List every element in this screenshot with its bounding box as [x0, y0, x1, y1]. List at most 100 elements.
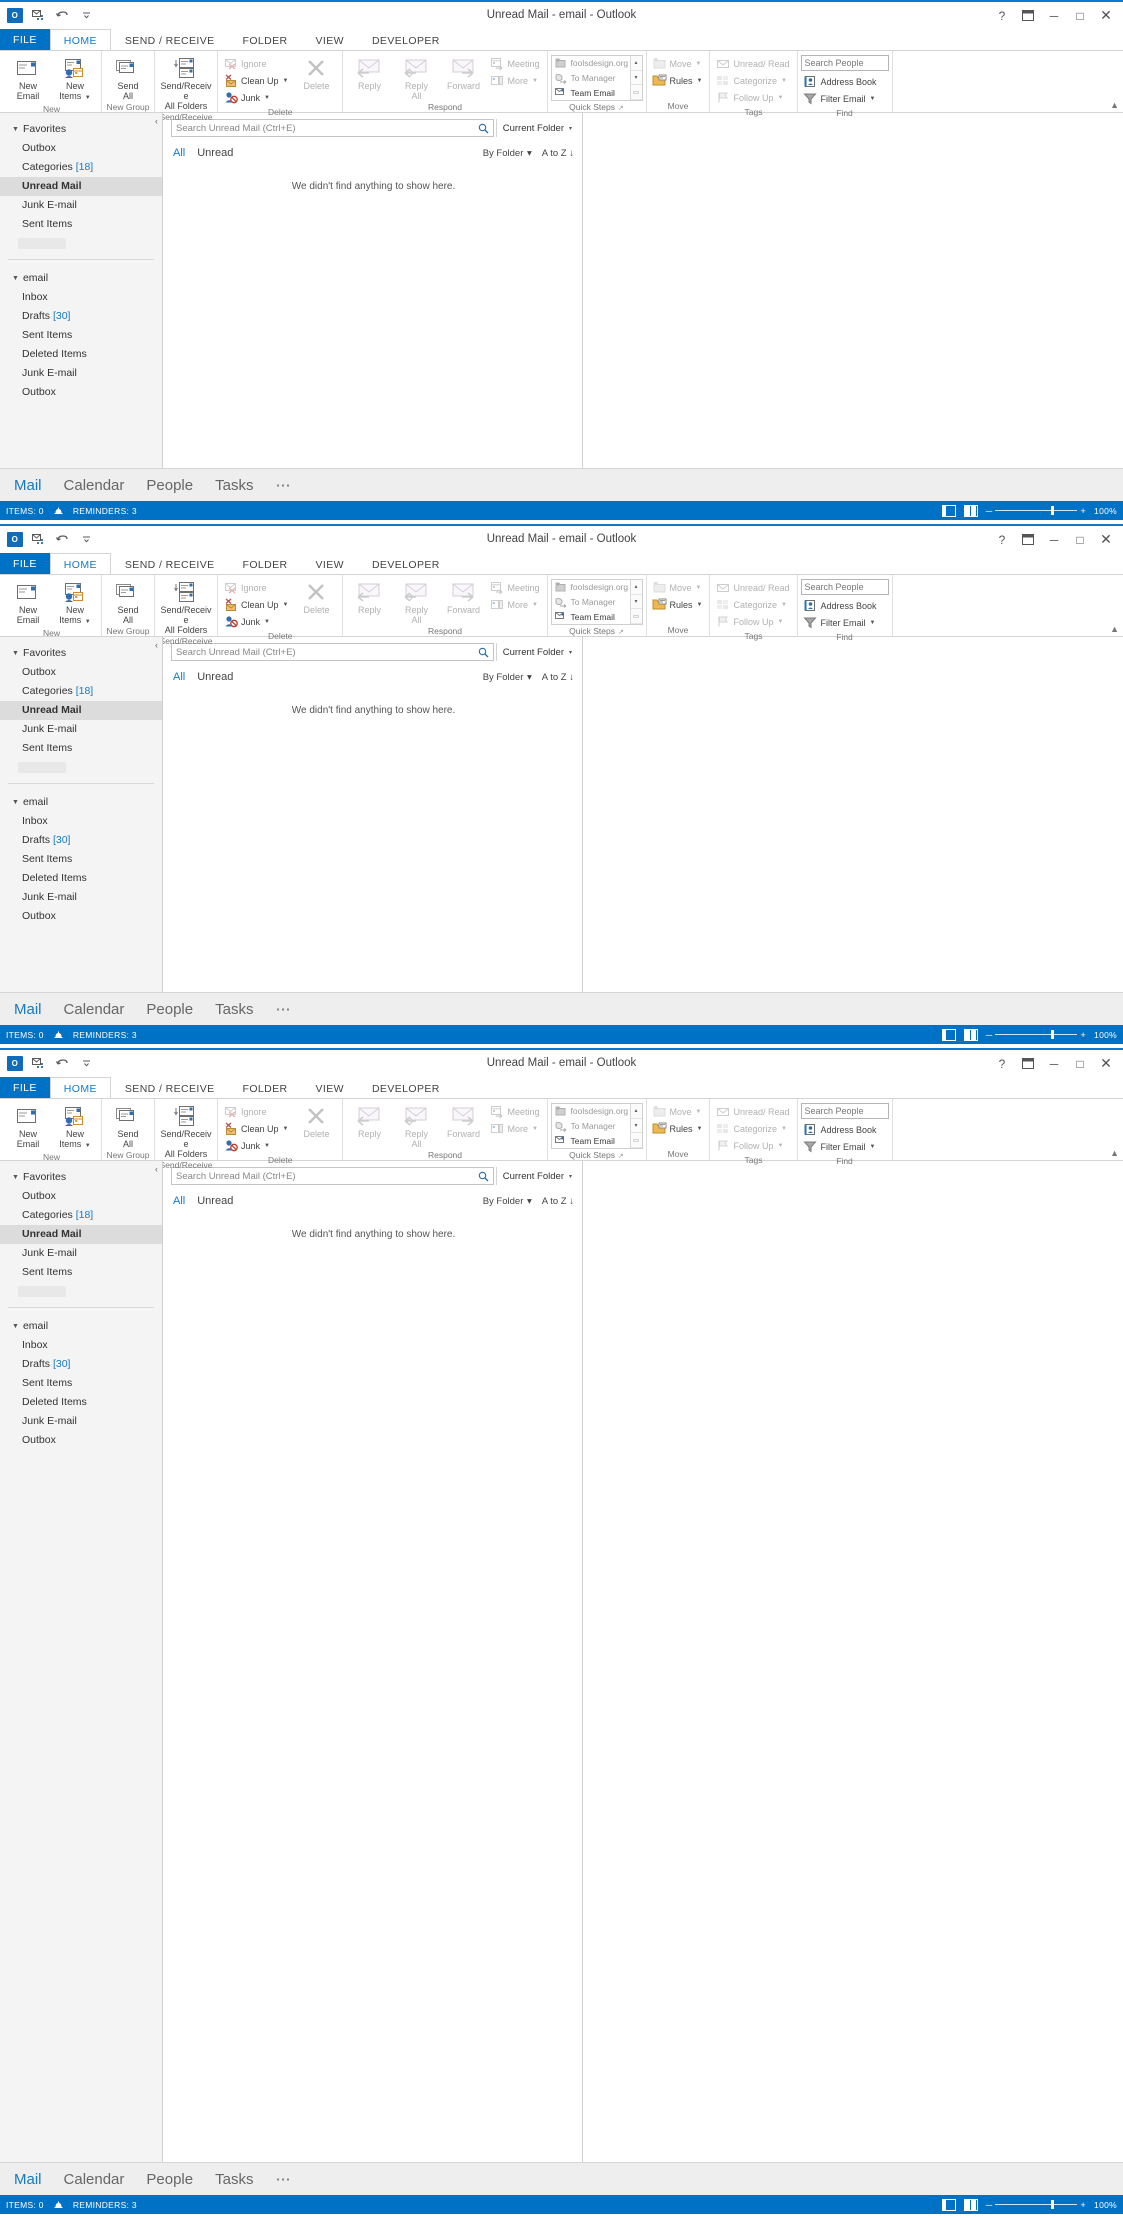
tab-file[interactable]: FILE [0, 553, 50, 575]
tab-send-receive[interactable]: SEND / RECEIVE [111, 1077, 229, 1099]
minimize-button[interactable]: ─ [1041, 529, 1067, 551]
reply-button[interactable]: Reply [346, 577, 392, 615]
move-button[interactable]: Move ▼ [650, 55, 707, 72]
clean-up-button[interactable]: Clean Up ▼ [221, 596, 292, 613]
zoom-slider[interactable]: ─ + [986, 2200, 1086, 2210]
sort-order-button[interactable]: A to Z ↓ [542, 672, 574, 683]
send-receive-icon[interactable] [30, 532, 47, 548]
tab-send-receive[interactable]: SEND / RECEIVE [111, 553, 229, 575]
module-tasks[interactable]: Tasks [215, 2171, 253, 2188]
nav-header-favorites[interactable]: ▼ Favorites [0, 643, 162, 663]
search-scope-dropdown[interactable]: Current Folder ▾ [495, 119, 576, 137]
sort-by-dropdown[interactable]: By Folder ▾ [483, 1196, 532, 1207]
sidebar-item-inbox[interactable]: Inbox [0, 812, 162, 831]
sidebar-item-junk-email-fav[interactable]: Junk E-mail [0, 720, 162, 739]
quick-steps-scrollbar[interactable]: ▴ ▾ ▭ [629, 580, 642, 625]
forward-button[interactable]: Forward [440, 1101, 486, 1139]
rules-button[interactable]: Rules ▼ [650, 596, 707, 613]
sidebar-item-outbox[interactable]: Outbox [0, 1431, 162, 1450]
search-magnifier-icon[interactable] [478, 1171, 489, 1182]
sidebar-item-sent-items-fav[interactable]: Sent Items [0, 215, 162, 234]
module-people[interactable]: People [146, 1001, 193, 1018]
ignore-button[interactable]: Ignore [221, 1103, 292, 1120]
module-people[interactable]: People [146, 477, 193, 494]
quick-step-item[interactable]: Team Email [552, 609, 630, 624]
sidebar-item-sent-items[interactable]: Sent Items [0, 1374, 162, 1393]
scroll-down-icon[interactable]: ▾ [630, 594, 642, 610]
ignore-button[interactable]: Ignore [221, 579, 292, 596]
ribbon-display-options-button[interactable] [1015, 529, 1041, 551]
search-input[interactable]: Search Unread Mail (Ctrl+E) [171, 643, 494, 661]
nav-header-favorites[interactable]: ▼ Favorites [0, 119, 162, 139]
zoom-out-button[interactable]: ─ [986, 506, 993, 516]
send-all-button[interactable]: Send All [105, 1101, 151, 1149]
module-calendar[interactable]: Calendar [64, 477, 125, 494]
quick-step-item[interactable]: Team Email [552, 85, 630, 100]
sidebar-item-junk-email[interactable]: Junk E-mail [0, 888, 162, 907]
tab-developer[interactable]: DEVELOPER [358, 553, 454, 575]
reply-button[interactable]: Reply [346, 53, 392, 91]
tab-view[interactable]: VIEW [302, 1077, 358, 1099]
ribbon-group-quick-steps-label[interactable]: Quick Steps [551, 101, 643, 113]
address-book-button[interactable]: Address Book [801, 1121, 889, 1138]
tab-file[interactable]: FILE [0, 1077, 50, 1099]
ribbon-group-quick-steps-label[interactable]: Quick Steps [551, 625, 643, 637]
forward-button[interactable]: Forward [440, 577, 486, 615]
tab-view[interactable]: VIEW [302, 29, 358, 51]
scroll-up-icon[interactable]: ▴ [630, 1104, 642, 1119]
sidebar-item-outbox[interactable]: Outbox [0, 383, 162, 402]
close-button[interactable]: ✕ [1093, 529, 1119, 551]
normal-view-icon[interactable] [941, 504, 956, 517]
sidebar-item-unread-mail[interactable]: Unread Mail [0, 177, 162, 196]
new-email-button[interactable]: New Email [5, 53, 51, 101]
normal-view-icon[interactable] [941, 1028, 956, 1041]
tab-folder[interactable]: FOLDER [229, 1077, 302, 1099]
tab-home[interactable]: HOME [49, 1077, 111, 1099]
more-respond-button[interactable]: More ▼ [487, 596, 543, 613]
sort-by-dropdown[interactable]: By Folder ▾ [483, 148, 532, 159]
quick-steps-more-icon[interactable]: ▭ [630, 609, 642, 625]
sidebar-item-unread-mail[interactable]: Unread Mail [0, 701, 162, 720]
sidebar-item-inbox[interactable]: Inbox [0, 1336, 162, 1355]
module-calendar[interactable]: Calendar [64, 2171, 125, 2188]
ribbon-display-options-button[interactable] [1015, 5, 1041, 27]
sort-order-button[interactable]: A to Z ↓ [542, 148, 574, 159]
collapse-folder-pane-button[interactable]: ‹ [155, 1164, 158, 1174]
sidebar-item-junk-email-fav[interactable]: Junk E-mail [0, 1244, 162, 1263]
reply-button[interactable]: Reply [346, 1101, 392, 1139]
module-tasks[interactable]: Tasks [215, 477, 253, 494]
zoom-handle[interactable] [1051, 2200, 1055, 2209]
nav-header-email[interactable]: ▼ email [0, 1316, 162, 1336]
customize-qat-icon[interactable] [78, 8, 95, 24]
rules-button[interactable]: Rules ▼ [650, 72, 707, 89]
filter-email-button[interactable]: Filter Email ▼ [801, 1138, 889, 1155]
zoom-slider[interactable]: ─ + [986, 1030, 1086, 1040]
quick-steps-gallery[interactable]: foolsdesign.org To Manager Team Email ▴ … [550, 579, 643, 625]
sidebar-item-sent-items-fav[interactable]: Sent Items [0, 739, 162, 758]
sidebar-item-sent-items[interactable]: Sent Items [0, 850, 162, 869]
help-button[interactable]: ? [989, 1053, 1015, 1075]
quick-step-item[interactable]: foolsdesign.org [552, 56, 630, 71]
tab-home[interactable]: HOME [49, 29, 111, 51]
nav-header-email[interactable]: ▼ email [0, 268, 162, 288]
search-people-input[interactable]: Search People [800, 579, 889, 595]
quick-step-item[interactable]: To Manager [552, 71, 630, 86]
collapse-ribbon-button[interactable]: ▲ [1110, 100, 1119, 110]
filter-email-button[interactable]: Filter Email ▼ [801, 90, 889, 107]
undo-icon[interactable] [54, 532, 71, 548]
unread-read-button[interactable]: Unread/ Read [713, 579, 793, 596]
reminder-bell-icon[interactable] [54, 1030, 63, 1040]
sort-order-button[interactable]: A to Z ↓ [542, 1196, 574, 1207]
module-tasks[interactable]: Tasks [215, 1001, 253, 1018]
scroll-up-icon[interactable]: ▴ [630, 580, 642, 595]
new-items-button[interactable]: New Items ▼ [52, 577, 98, 627]
module-overflow-icon[interactable]: ⋯ [275, 476, 291, 494]
zoom-out-button[interactable]: ─ [986, 1030, 993, 1040]
tab-file[interactable]: FILE [0, 29, 50, 51]
tab-folder[interactable]: FOLDER [229, 29, 302, 51]
sidebar-item-drafts[interactable]: Drafts [30] [0, 1355, 162, 1374]
quick-steps-scrollbar[interactable]: ▴ ▾ ▭ [629, 1104, 642, 1149]
search-input[interactable]: Search Unread Mail (Ctrl+E) [171, 119, 494, 137]
sidebar-item-outbox-fav[interactable]: Outbox [0, 663, 162, 682]
zoom-handle[interactable] [1051, 506, 1055, 515]
